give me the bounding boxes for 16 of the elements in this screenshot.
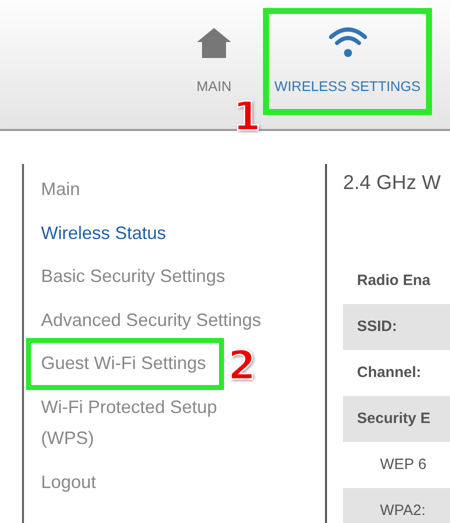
sidebar-link[interactable]: Advanced Security Settings [24, 298, 262, 342]
setting-label: WEP 6 [379, 454, 428, 475]
setting-label: Channel: [356, 362, 422, 383]
sidebar-link[interactable]: Basic Security Settings [24, 255, 226, 298]
sidebar-link[interactable]: Logout [24, 460, 96, 504]
home-icon [195, 26, 233, 60]
wifi-icon [328, 26, 368, 58]
setting-label: WPA2: [343, 488, 450, 523]
setting-label: Radio Ena [356, 270, 432, 291]
setting-label: SSID: [343, 304, 450, 350]
setting-label: Security E [343, 396, 450, 442]
sidebar-link[interactable]: Main [24, 168, 80, 212]
step-number: 1 [233, 97, 261, 137]
sidebar-link[interactable]: Wireless Status [24, 212, 166, 255]
sidebar-link[interactable]: Wi-Fi Protected Setup (WPS) [24, 386, 274, 460]
section-heading: 2.4 GHz W [343, 171, 442, 196]
